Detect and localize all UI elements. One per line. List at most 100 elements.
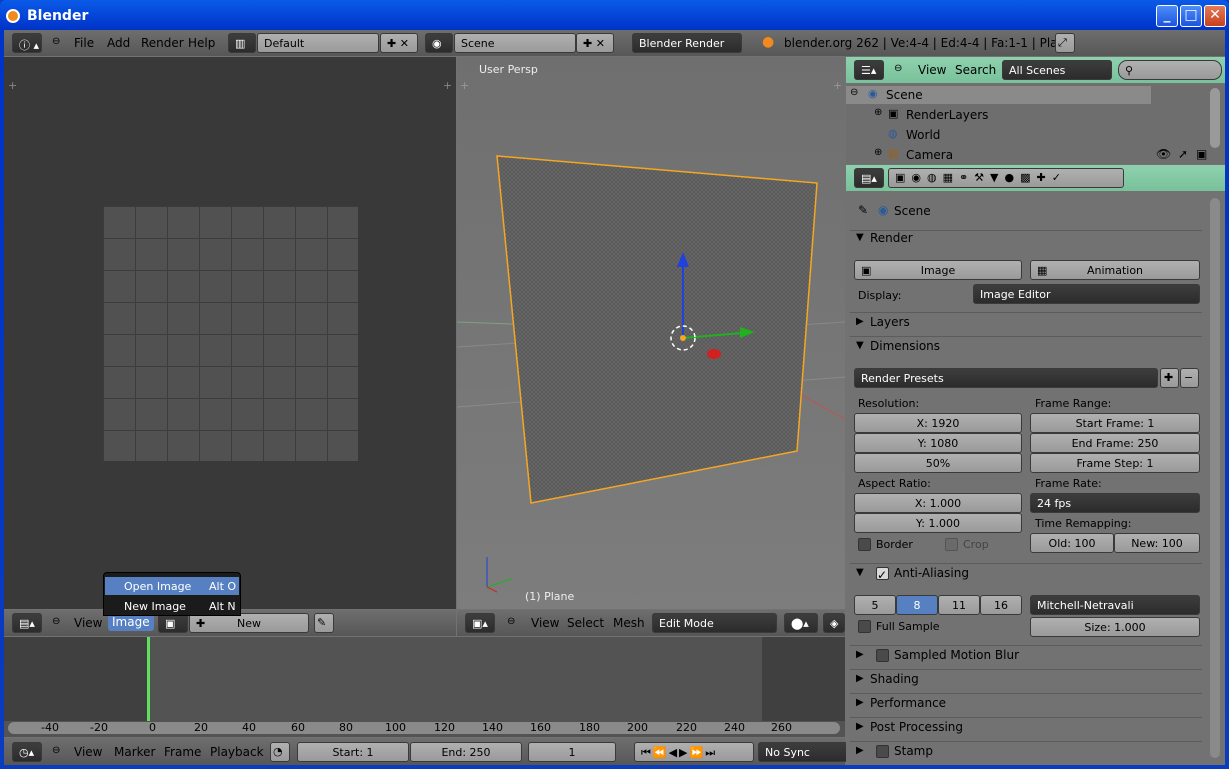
search-input[interactable]: ⚲ (1118, 60, 1222, 80)
editor-type-menu[interactable]: ☰▴ (854, 60, 884, 80)
stamp-checkbox[interactable] (876, 745, 889, 758)
full-sample-checkbox[interactable] (858, 620, 871, 633)
image-browse-icon[interactable]: ▣ (158, 613, 188, 633)
current-frame-field[interactable]: 1 (528, 742, 616, 762)
collapse-icon[interactable]: ⊖ (894, 63, 902, 74)
performance-panel-header[interactable]: ▶ Performance (850, 695, 1202, 715)
scene-field[interactable]: Scene (454, 33, 576, 53)
cursor-icon[interactable]: ➚ (1178, 147, 1188, 161)
eye-icon[interactable]: 👁 (1156, 147, 1171, 161)
menu-render[interactable]: Render (141, 36, 184, 50)
new-image-button[interactable]: ✚ New (189, 613, 309, 633)
frame-rate-dropdown[interactable]: 24 fps (1030, 493, 1200, 513)
screen-layout-field[interactable]: Default (257, 33, 379, 53)
open-image-item[interactable]: Open Image Alt O (105, 577, 239, 595)
render-engine-menu[interactable]: Blender Render (632, 33, 742, 53)
crop-checkbox[interactable] (945, 538, 958, 551)
timeline-ruler[interactable]: -40 -20 0 20 40 60 80 100 120 140 160 18… (8, 721, 840, 734)
menu-view[interactable]: View (918, 63, 946, 77)
editor-type-menu[interactable]: ▤▴ (12, 613, 42, 633)
properties-context-tabs[interactable]: ▣◉◍▦⚭⚒▼●▩✚✓ (888, 168, 1124, 188)
resolution-x-field[interactable]: X: 1920 (854, 413, 1022, 433)
collapse-icon[interactable]: ⊖ (52, 616, 60, 627)
menu-view[interactable]: View (74, 745, 102, 759)
menu-view[interactable]: View (74, 616, 102, 630)
editor-type-menu[interactable]: ⓘ ▴ (12, 33, 42, 53)
start-frame-field[interactable]: Start: 1 (297, 742, 409, 762)
render-presets-menu[interactable]: Render Presets (854, 368, 1158, 388)
new-image-item[interactable]: New Image Alt N (105, 597, 239, 615)
menu-search[interactable]: Search (955, 63, 996, 77)
menu-view[interactable]: View (531, 616, 559, 630)
render-image-button[interactable]: ▣ Image (854, 260, 1022, 280)
uv-grid[interactable] (103, 206, 358, 461)
outliner-row-scene[interactable]: ⊖ ◉ Scene (846, 86, 1151, 104)
timeline[interactable]: -40 -20 0 20 40 60 80 100 120 140 160 18… (4, 637, 845, 737)
start-frame-field[interactable]: Start Frame: 1 (1030, 413, 1200, 433)
menu-marker[interactable]: Marker (114, 745, 155, 759)
remap-new-field[interactable]: New: 100 (1114, 533, 1200, 553)
current-frame-line[interactable] (147, 637, 150, 721)
end-frame-field[interactable]: End Frame: 250 (1030, 433, 1200, 453)
editor-type-menu[interactable]: ▣▴ (465, 613, 495, 633)
properties-scrollbar[interactable] (1210, 198, 1220, 758)
outliner-scrollbar[interactable] (1210, 88, 1220, 148)
expand-icon[interactable]: ⊕ (874, 107, 882, 118)
collapse-icon[interactable]: ⊖ (850, 87, 858, 98)
corner-plus-icon[interactable]: + (8, 79, 17, 92)
post-processing-panel-header[interactable]: ▶ Post Processing (850, 719, 1202, 739)
render-panel-header[interactable]: ▼ Render (850, 230, 1202, 250)
collapse-icon[interactable]: ⊖ (52, 745, 60, 756)
shading-panel-header[interactable]: ▶ Shading (850, 671, 1202, 691)
outliner-row-renderlayers[interactable]: ⊕ ▣ RenderLayers (846, 106, 1151, 124)
menu-select[interactable]: Select (567, 616, 604, 630)
anti-aliasing-panel-header[interactable]: ▼ ✓ Anti-Aliasing (850, 565, 1202, 585)
display-dropdown[interactable]: Image Editor (973, 284, 1200, 304)
editor-type-menu[interactable]: ▤▴ (854, 168, 884, 188)
aspect-x-field[interactable]: X: 1.000 (854, 493, 1022, 513)
playback-controls[interactable]: ⏮⏪◀▶⏩⏭ (634, 742, 754, 762)
menu-frame[interactable]: Frame (164, 745, 201, 759)
pivot-menu[interactable]: ◈ (823, 613, 845, 633)
fullscreen-icon[interactable]: ⤢ (1055, 33, 1075, 53)
scene-icon[interactable]: ◉ (425, 33, 453, 53)
remap-old-field[interactable]: Old: 100 (1030, 533, 1114, 553)
render-animation-button[interactable]: ▦ Animation (1030, 260, 1200, 280)
3d-viewport[interactable]: User Persp + + (1) Plane (457, 57, 845, 609)
expand-icon[interactable]: ⊕ (874, 147, 882, 158)
pin-icon[interactable]: ✎ (314, 613, 334, 633)
border-checkbox[interactable] (858, 538, 871, 551)
outliner-row-world[interactable]: ◍ World (846, 126, 1151, 144)
layers-panel-header[interactable]: ▶ Layers (850, 314, 1202, 334)
preview-range-icon[interactable]: ◔ (270, 742, 290, 762)
maximize-button[interactable]: □ (1180, 5, 1202, 27)
end-frame-field[interactable]: End: 250 (410, 742, 522, 762)
close-button[interactable]: ✕ (1204, 5, 1226, 27)
image-editor-canvas[interactable]: + + (4, 57, 456, 609)
aa-filter-dropdown[interactable]: Mitchell-Netravali (1030, 595, 1200, 615)
resolution-y-field[interactable]: Y: 1080 (854, 433, 1022, 453)
menu-help[interactable]: Help (188, 36, 215, 50)
aa-samples-11[interactable]: 11 (938, 595, 980, 615)
shading-menu[interactable]: ⬤▴ (784, 613, 818, 633)
resolution-percentage-slider[interactable]: 50% (854, 453, 1022, 473)
display-mode-menu[interactable]: All Scenes (1002, 60, 1112, 80)
mode-selector[interactable]: Edit Mode (652, 613, 777, 633)
remove-preset-button[interactable]: − (1180, 368, 1199, 388)
collapse-icon[interactable]: ⊖ (52, 36, 60, 47)
sync-menu[interactable]: No Sync (758, 742, 848, 762)
minimize-button[interactable]: _ (1156, 5, 1178, 27)
frame-step-field[interactable]: Frame Step: 1 (1030, 453, 1200, 473)
menu-add[interactable]: Add (107, 36, 130, 50)
anti-aliasing-checkbox[interactable]: ✓ (876, 567, 889, 582)
add-preset-button[interactable]: ✚ (1160, 368, 1179, 388)
layout-icon[interactable]: ▥ (228, 33, 256, 53)
aspect-y-field[interactable]: Y: 1.000 (854, 513, 1022, 533)
motion-blur-panel-header[interactable]: ▶ Sampled Motion Blur (850, 647, 1202, 667)
motion-blur-checkbox[interactable] (876, 649, 889, 662)
layout-add-remove-buttons[interactable]: ✚ ✕ (380, 33, 418, 53)
render-icon[interactable]: ▣ (1196, 147, 1207, 161)
stamp-panel-header[interactable]: ▶ Stamp (850, 743, 1202, 763)
outliner-row-camera[interactable]: ⊕ ▤ Camera 👁 ➚ ▣ (846, 146, 1207, 164)
corner-plus-icon[interactable]: + (443, 79, 452, 92)
